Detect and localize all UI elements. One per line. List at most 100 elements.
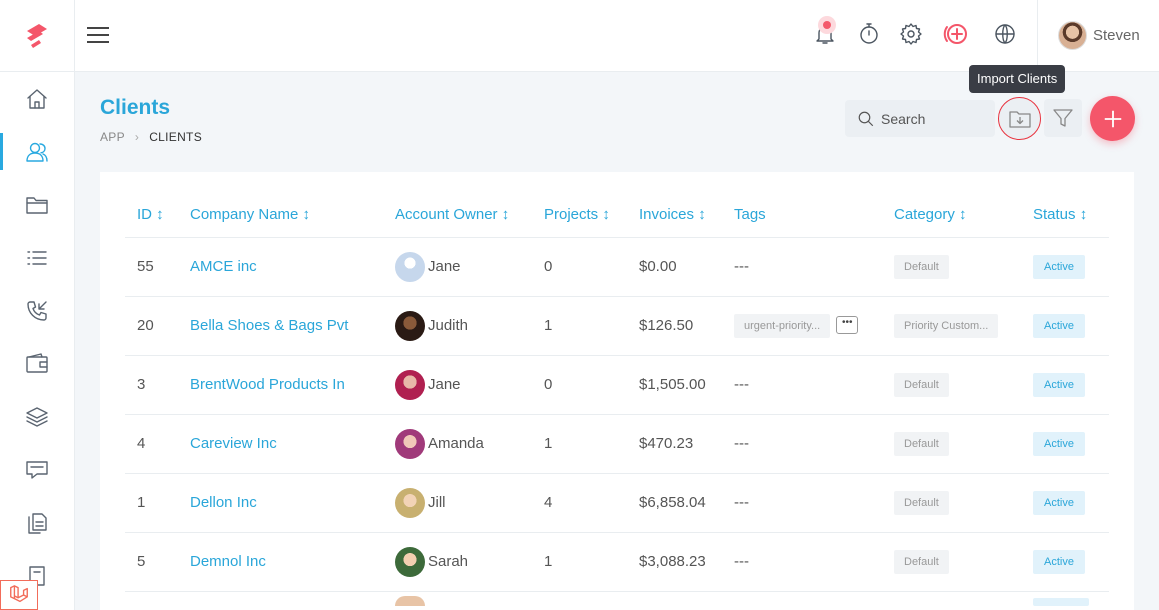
client-id: 5 [125, 532, 178, 592]
company-link[interactable]: Careview Inc [190, 435, 277, 452]
laravel-icon [10, 585, 28, 603]
breadcrumb-app[interactable]: APP [100, 130, 125, 144]
owner-name[interactable]: Jill [428, 494, 446, 511]
home-icon [27, 88, 47, 109]
tag-badge: urgent-priority... [734, 313, 831, 338]
phone-icon [27, 300, 47, 321]
projects-count: 0 [532, 355, 627, 415]
owner-name[interactable]: Jane [428, 376, 461, 393]
tags-cell: --- [722, 237, 882, 297]
projects-count: 1 [532, 532, 627, 592]
owner-avatar [395, 251, 425, 282]
user-avatar [1058, 21, 1087, 50]
status-badge: Active [1033, 372, 1085, 397]
laravel-debug-badge[interactable] [0, 580, 38, 610]
company-link[interactable]: AMCE inc [190, 258, 257, 275]
add-client-button[interactable] [1090, 96, 1135, 141]
category-badge: Default [894, 490, 949, 515]
col-invoices[interactable]: Invoices ↕ [627, 192, 722, 238]
col-id[interactable]: ID ↕ [125, 192, 178, 238]
client-id: 1 [125, 473, 178, 533]
col-company-name[interactable]: Company Name ↕ [178, 192, 383, 238]
sidebar-item-clients[interactable] [0, 125, 74, 178]
sidebar-item-documents[interactable] [0, 496, 74, 549]
company-link[interactable]: Dellon Inc [190, 494, 257, 511]
category-badge: Default [894, 372, 949, 397]
globe-icon [995, 24, 1015, 44]
client-id: 55 [125, 237, 178, 297]
language-button[interactable] [993, 22, 1017, 46]
owner-name[interactable]: Jane [428, 258, 461, 275]
sidebar-item-products[interactable] [0, 390, 74, 443]
table-row: 5 Demnol Inc Sarah 1 $3,088.23 --- Defau… [125, 532, 1109, 592]
tags-cell: --- [722, 532, 882, 592]
invoices-amount: $470.23 [627, 414, 722, 474]
owner-avatar [395, 595, 425, 606]
table-row-partial [125, 591, 1109, 610]
sidebar-item-leads[interactable] [0, 284, 74, 337]
wallet-icon [26, 352, 48, 373]
invoices-amount: $3,088.23 [627, 532, 722, 592]
folder-icon [26, 196, 48, 214]
menu-toggle-button[interactable] [87, 24, 109, 46]
search-box[interactable] [845, 100, 995, 137]
owner-name[interactable]: Sarah [428, 553, 468, 570]
company-link[interactable]: Bella Shoes & Bags Pvt [190, 317, 348, 334]
app-logo[interactable] [0, 0, 74, 72]
quick-add-button[interactable] [942, 22, 970, 46]
col-projects[interactable]: Projects ↕ [532, 192, 627, 238]
user-divider [1037, 0, 1038, 72]
user-menu[interactable]: Steven [1058, 21, 1140, 50]
sidebar-item-tasks[interactable] [0, 231, 74, 284]
logo-icon [27, 23, 47, 48]
col-status[interactable]: Status ↕ [1021, 192, 1109, 238]
page-title: Clients [100, 96, 171, 119]
settings-button[interactable] [899, 22, 923, 46]
category-badge: Default [894, 431, 949, 456]
owner-avatar [395, 310, 425, 341]
tags-cell: --- [722, 414, 882, 474]
table-row: 55 AMCE inc Jane 0 $0.00 --- Default Act… [125, 237, 1109, 297]
clients-icon [26, 142, 48, 162]
owner-avatar [395, 546, 425, 577]
filter-button[interactable] [1044, 99, 1082, 137]
col-category[interactable]: Category ↕ [882, 192, 1021, 238]
company-link[interactable]: BrentWood Products In [190, 376, 345, 393]
breadcrumb-clients: CLIENTS [149, 130, 202, 144]
client-id: 20 [125, 296, 178, 356]
more-tags-button[interactable]: ••• [836, 315, 859, 334]
owner-avatar [395, 428, 425, 459]
projects-count: 4 [532, 473, 627, 533]
layers-icon [26, 406, 48, 427]
client-id: 4 [125, 414, 178, 474]
status-badge: Active [1033, 254, 1085, 279]
status-badge: Active [1033, 549, 1085, 574]
col-account-owner[interactable]: Account Owner ↕ [383, 192, 532, 238]
timer-button[interactable] [857, 22, 881, 46]
table-row: 4 Careview Inc Amanda 1 $470.23 --- Defa… [125, 414, 1109, 474]
invoices-amount: $0.00 [627, 237, 722, 297]
user-name: Steven [1093, 27, 1140, 44]
filter-icon [1053, 109, 1073, 127]
tags-cell: --- [722, 473, 882, 533]
company-link[interactable]: Demnol Inc [190, 553, 266, 570]
tags-cell: --- [722, 355, 882, 415]
owner-name[interactable]: Amanda [428, 435, 484, 452]
list-icon [27, 250, 47, 265]
owner-name[interactable]: Judith [428, 317, 468, 334]
category-badge: Default [894, 549, 949, 574]
projects-count: 1 [532, 414, 627, 474]
invoices-amount: $126.50 [627, 296, 722, 356]
notification-indicator [818, 16, 836, 34]
sidebar-item-home[interactable] [0, 72, 74, 125]
table-row: 3 BrentWood Products In Jane 0 $1,505.00… [125, 355, 1109, 415]
search-input[interactable] [881, 110, 981, 127]
chevron-right-icon: › [134, 130, 140, 144]
import-clients-button[interactable] [998, 97, 1041, 140]
sidebar-item-messages[interactable] [0, 443, 74, 496]
sidebar-item-sales[interactable] [0, 337, 74, 390]
invoices-amount: $1,505.00 [627, 355, 722, 415]
sidebar-item-projects[interactable] [0, 178, 74, 231]
plus-icon [1104, 110, 1121, 127]
status-badge [1033, 597, 1089, 606]
